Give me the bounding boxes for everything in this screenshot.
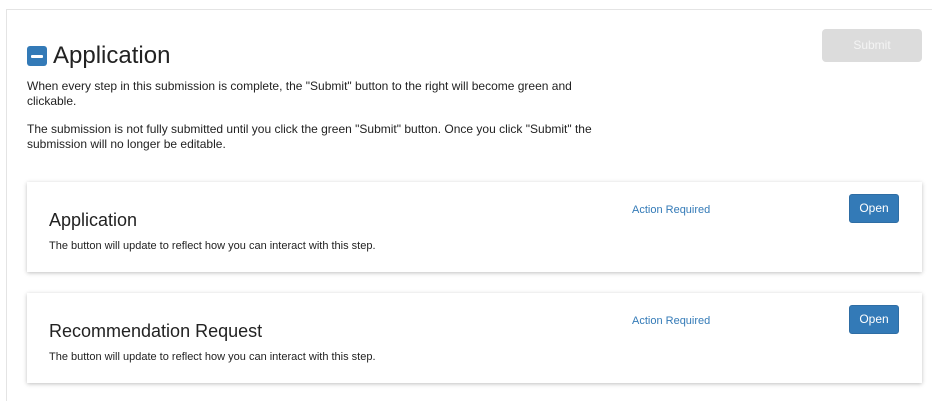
submission-page: Application When every step in this subm… — [0, 0, 932, 401]
frame-top-border — [6, 9, 932, 10]
step-title: Recommendation Request — [49, 321, 263, 341]
submit-button[interactable]: Submit — [822, 29, 922, 62]
step-title: Application — [49, 210, 138, 230]
open-button[interactable]: Open — [849, 194, 899, 223]
instructions-text-1: When every step in this submission is co… — [27, 79, 572, 108]
instructions-text-2: The submission is not fully submitted un… — [27, 122, 592, 151]
frame-left-border — [6, 9, 7, 401]
section-header: Application — [27, 42, 170, 70]
step-description: The button will update to reflect how yo… — [49, 240, 376, 252]
step-card-application: Application The button will update to re… — [27, 182, 922, 272]
page-title: Application — [53, 42, 171, 69]
step-status: Action Required — [632, 315, 711, 327]
minus-bar — [31, 54, 43, 58]
minus-square-icon[interactable] — [27, 46, 47, 66]
step-description: The button will update to reflect how yo… — [49, 351, 376, 363]
open-button[interactable]: Open — [849, 305, 899, 334]
step-status: Action Required — [632, 204, 711, 216]
step-card-recommendation-request: Recommendation Request The button will u… — [27, 293, 922, 383]
